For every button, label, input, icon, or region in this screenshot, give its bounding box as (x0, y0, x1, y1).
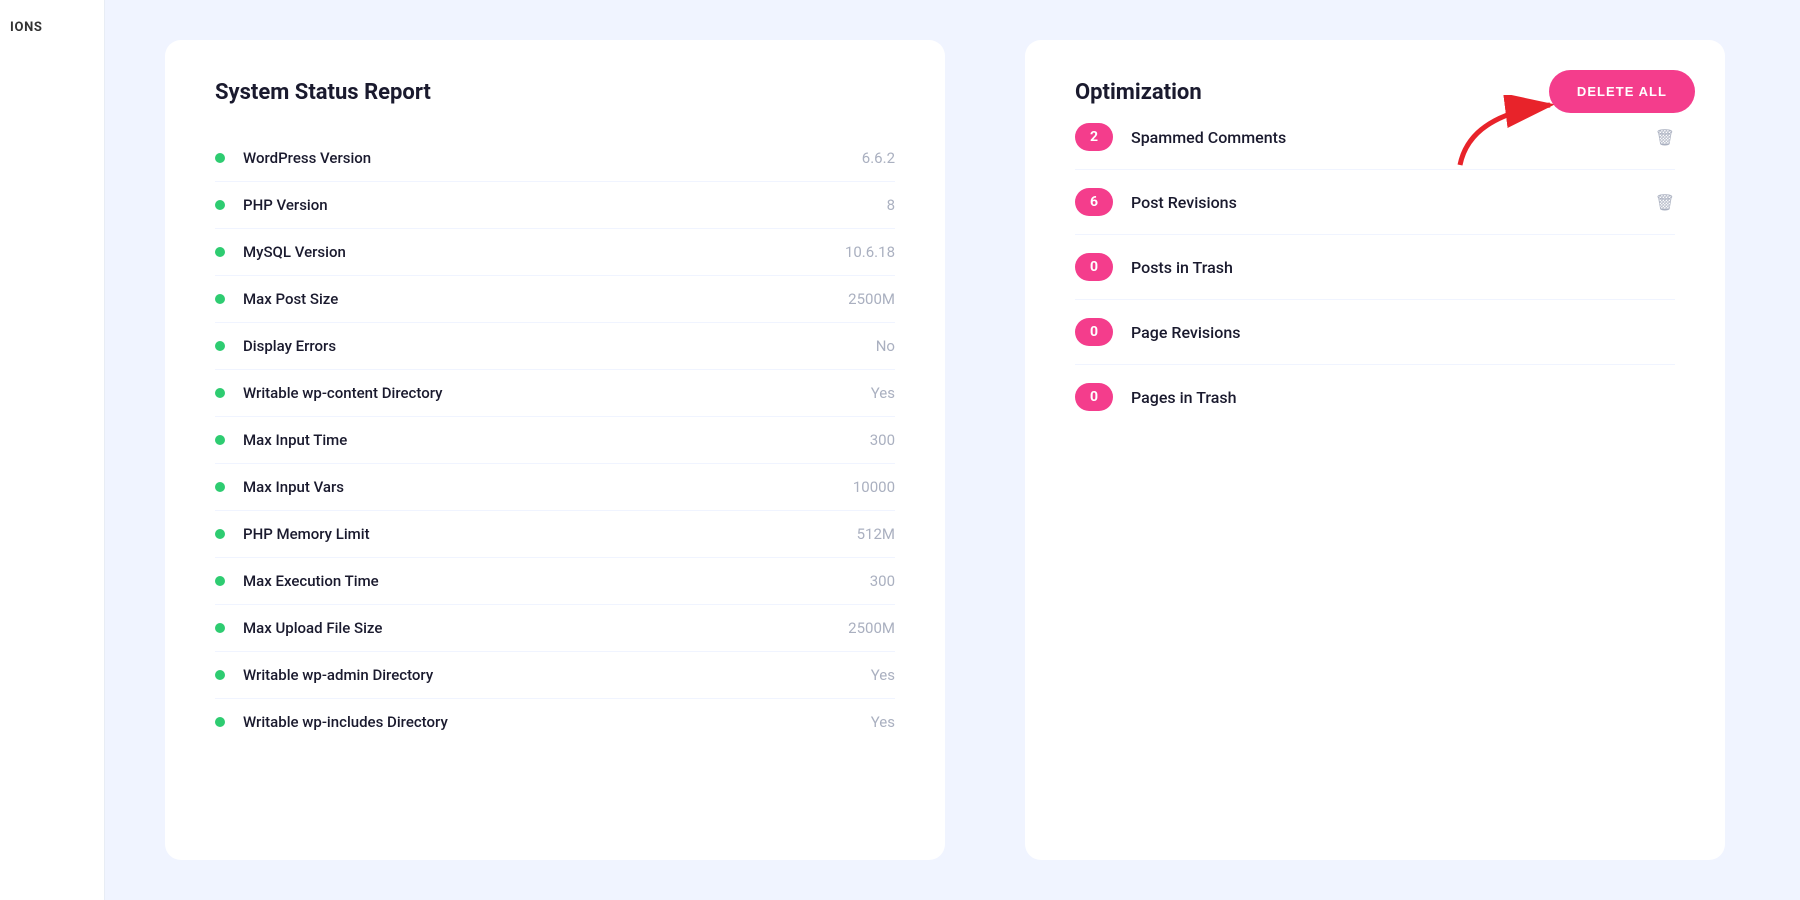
delete-all-button[interactable]: DELETE ALL (1549, 70, 1695, 113)
status-label: Writable wp-admin Directory (243, 666, 871, 684)
status-label: Writable wp-content Directory (243, 384, 871, 402)
status-label: PHP Version (243, 196, 887, 214)
status-value: 10.6.18 (845, 243, 895, 261)
system-status-panel: System Status Report WordPress Version 6… (165, 40, 945, 860)
status-row: WordPress Version 6.6.2 (215, 135, 895, 182)
status-dot (215, 341, 225, 351)
status-label: Writable wp-includes Directory (243, 713, 871, 731)
status-dot (215, 247, 225, 257)
status-label: Max Input Vars (243, 478, 853, 496)
optimization-item: 0 Posts in Trash (1075, 235, 1675, 300)
opt-item-label: Pages in Trash (1131, 388, 1675, 407)
opt-item-label: Posts in Trash (1131, 258, 1675, 277)
status-row: Max Input Vars 10000 (215, 464, 895, 511)
status-label: WordPress Version (243, 149, 862, 167)
optimization-item: 0 Pages in Trash (1075, 365, 1675, 429)
status-dot (215, 623, 225, 633)
status-label: Max Upload File Size (243, 619, 848, 637)
status-row: MySQL Version 10.6.18 (215, 229, 895, 276)
status-value: Yes (871, 666, 895, 684)
status-dot (215, 153, 225, 163)
opt-badge: 0 (1075, 253, 1113, 281)
status-dot (215, 717, 225, 727)
status-dot (215, 388, 225, 398)
optimization-panel: Optimization DELETE ALL 2 Spammed Commen… (1025, 40, 1725, 860)
optimization-item: 2 Spammed Comments 🗑 (1075, 105, 1675, 170)
status-row: Writable wp-includes Directory Yes (215, 699, 895, 745)
status-dot (215, 670, 225, 680)
status-dot (215, 200, 225, 210)
status-value: 512M (857, 525, 895, 543)
sidebar-label: IONS (10, 20, 43, 35)
status-row: Max Input Time 300 (215, 417, 895, 464)
status-row: Display Errors No (215, 323, 895, 370)
status-dot (215, 529, 225, 539)
opt-item-label: Page Revisions (1131, 323, 1675, 342)
status-value: No (876, 337, 895, 355)
main-content: System Status Report WordPress Version 6… (105, 0, 1800, 900)
status-row: Writable wp-admin Directory Yes (215, 652, 895, 699)
opt-item-label: Spammed Comments (1131, 128, 1645, 147)
status-rows-container: WordPress Version 6.6.2 PHP Version 8 My… (215, 135, 895, 745)
status-row: Max Post Size 2500M (215, 276, 895, 323)
sidebar: IONS (0, 0, 105, 900)
status-dot (215, 482, 225, 492)
status-value: 10000 (853, 478, 895, 496)
opt-badge: 0 (1075, 318, 1113, 346)
status-row: Writable wp-content Directory Yes (215, 370, 895, 417)
status-value: Yes (871, 384, 895, 402)
status-value: Yes (871, 713, 895, 731)
status-label: Display Errors (243, 337, 876, 355)
status-label: Max Post Size (243, 290, 848, 308)
status-value: 2500M (848, 619, 895, 637)
status-dot (215, 294, 225, 304)
status-dot (215, 435, 225, 445)
status-row: Max Execution Time 300 (215, 558, 895, 605)
trash-icon[interactable]: 🗑 (1655, 193, 1675, 212)
optimization-item: 6 Post Revisions 🗑 (1075, 170, 1675, 235)
status-label: PHP Memory Limit (243, 525, 857, 543)
status-value: 8 (887, 196, 895, 214)
opt-badge: 2 (1075, 123, 1113, 151)
status-row: PHP Memory Limit 512M (215, 511, 895, 558)
status-value: 6.6.2 (862, 149, 895, 167)
status-row: Max Upload File Size 2500M (215, 605, 895, 652)
opt-badge: 0 (1075, 383, 1113, 411)
status-value: 2500M (848, 290, 895, 308)
status-dot (215, 576, 225, 586)
optimization-items-container: 2 Spammed Comments 🗑 6 Post Revisions 🗑 … (1075, 105, 1675, 429)
status-label: Max Input Time (243, 431, 870, 449)
opt-badge: 6 (1075, 188, 1113, 216)
system-status-title: System Status Report (215, 80, 895, 105)
status-label: MySQL Version (243, 243, 845, 261)
status-value: 300 (870, 572, 895, 590)
status-row: PHP Version 8 (215, 182, 895, 229)
opt-item-label: Post Revisions (1131, 193, 1645, 212)
optimization-item: 0 Page Revisions (1075, 300, 1675, 365)
status-label: Max Execution Time (243, 572, 870, 590)
status-value: 300 (870, 431, 895, 449)
trash-icon[interactable]: 🗑 (1655, 128, 1675, 147)
